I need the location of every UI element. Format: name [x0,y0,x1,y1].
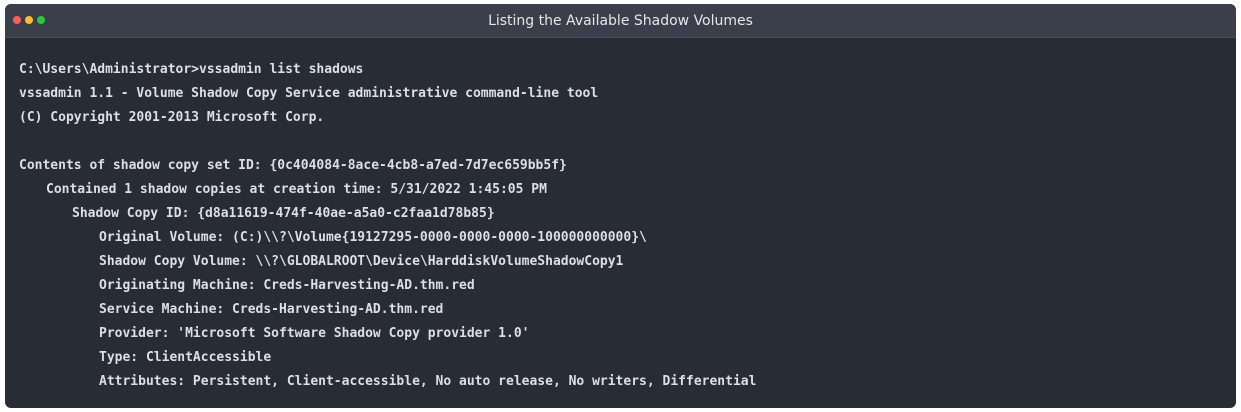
terminal-window: Listing the Available Shadow Volumes C:\… [5,4,1236,408]
output-line: vssadmin 1.1 - Volume Shadow Copy Servic… [19,86,599,101]
output-line: Service Machine: Creds-Harvesting-AD.thm… [99,302,444,317]
terminal-output[interactable]: C:\Users\Administrator>vssadmin list sha… [5,38,1236,394]
command-line: C:\Users\Administrator>vssadmin list sha… [19,62,364,77]
window-title: Listing the Available Shadow Volumes [488,13,753,29]
title-bar: Listing the Available Shadow Volumes [5,4,1236,38]
output-line: Original Volume: (C:)\\?\Volume{19127295… [99,230,647,245]
output-line: Shadow Copy ID: {d8a11619-474f-40ae-a5a0… [72,206,495,221]
output-line: Shadow Copy Volume: \\?\GLOBALROOT\Devic… [99,254,624,269]
output-line: (C) Copyright 2001-2013 Microsoft Corp. [19,110,325,125]
output-line: Contents of shadow copy set ID: {0c40408… [19,158,567,173]
output-line: Type: ClientAccessible [99,350,272,365]
output-line: Provider: 'Microsoft Software Shadow Cop… [99,326,530,341]
output-line: Originating Machine: Creds-Harvesting-AD… [99,278,475,293]
output-line: Contained 1 shadow copies at creation ti… [46,182,547,197]
output-line: Attributes: Persistent, Client-accessibl… [99,374,757,389]
